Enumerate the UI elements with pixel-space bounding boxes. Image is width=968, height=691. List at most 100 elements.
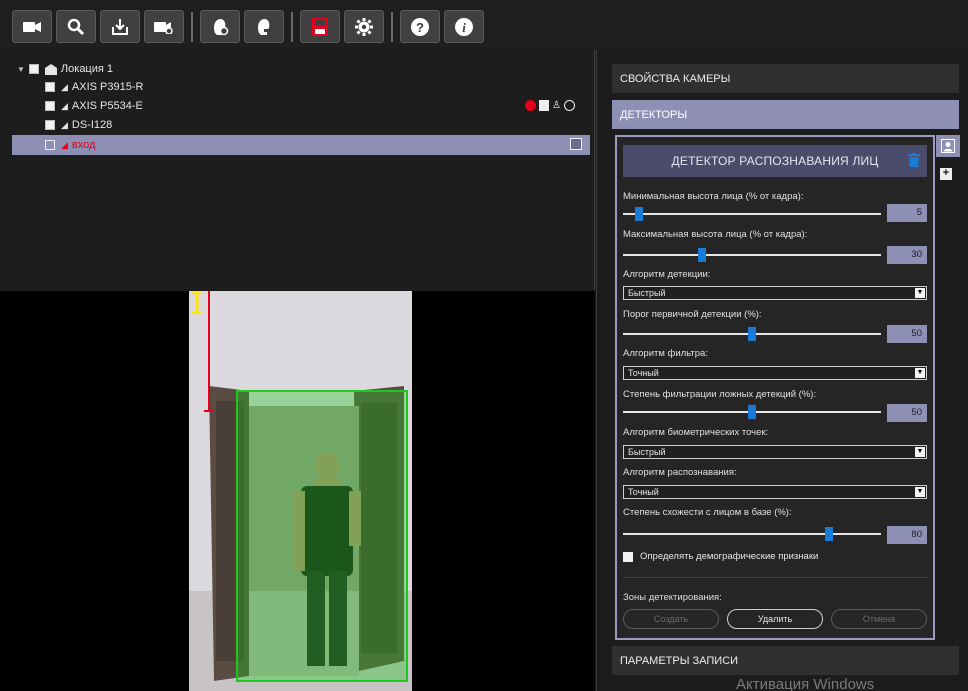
face-remove-icon xyxy=(258,18,272,35)
camera-checkbox[interactable] xyxy=(45,120,55,130)
min-height-value[interactable]: 5 xyxy=(887,204,927,222)
svg-text:?: ? xyxy=(416,20,424,35)
face-add-button[interactable] xyxy=(200,10,240,43)
filter-algo-label: Алгоритм фильтра: xyxy=(623,348,708,359)
camera-icon xyxy=(23,21,41,32)
slider-thumb[interactable] xyxy=(748,405,756,419)
toolbar-divider xyxy=(191,12,193,42)
location-checkbox[interactable] xyxy=(28,64,39,74)
chevron-down-icon[interactable]: ▼ xyxy=(915,447,925,457)
app-window: ? i ▼ Локация 1 ◢ AXIS P3915-R ◢ AXIS P5… xyxy=(0,0,968,691)
camera-button[interactable] xyxy=(12,10,52,43)
primary-threshold-slider[interactable] xyxy=(623,327,881,341)
save-button[interactable] xyxy=(300,10,340,43)
slider-thumb[interactable] xyxy=(748,327,756,341)
motion-icon xyxy=(563,100,575,111)
delete-zone-button[interactable]: Удалить xyxy=(727,609,823,629)
cctv-icon: ◢ xyxy=(61,139,68,150)
trash-icon[interactable] xyxy=(908,153,920,167)
false-filter-value[interactable]: 50 xyxy=(887,404,927,422)
false-filter-slider[interactable] xyxy=(623,405,881,419)
demographics-row[interactable]: Определять демографические признаки xyxy=(623,551,818,562)
face-detector-panel: ДЕТЕКТОР РАСПОЗНАВАНИЯ ЛИЦ Минимальная в… xyxy=(615,135,935,640)
settings-button[interactable] xyxy=(344,10,384,43)
similarity-value[interactable]: 80 xyxy=(887,526,927,544)
tree-location-row[interactable]: ▼ Локация 1 xyxy=(17,60,113,78)
slider-thumb[interactable] xyxy=(635,207,643,221)
slider-thumb[interactable] xyxy=(825,527,833,541)
face-icon xyxy=(941,139,955,153)
camera-checkbox[interactable] xyxy=(45,101,55,111)
help-icon: ? xyxy=(411,17,429,36)
detectors-section[interactable]: ДЕТЕКТОРЫ xyxy=(612,100,959,129)
select-value: Быстрый xyxy=(628,447,666,457)
location-label: Локация 1 xyxy=(60,63,114,75)
cancel-zone-button[interactable]: Отмена xyxy=(831,609,927,629)
properties-panel: СВОЙСТВА КАМЕРЫ ДЕТЕКТОРЫ ДЕТЕКТОР РАСПО… xyxy=(596,50,968,691)
tree-camera-row[interactable]: ◢ AXIS P5534-E ♙ xyxy=(45,97,590,115)
face-remove-button[interactable] xyxy=(244,10,284,43)
cctv-icon: ◢ xyxy=(61,119,68,130)
search-icon xyxy=(67,18,85,35)
download-button[interactable] xyxy=(100,10,140,43)
min-height-label: Минимальная высота лица (% от кадра): xyxy=(623,191,804,202)
similarity-slider[interactable] xyxy=(623,527,881,541)
detect-algo-select[interactable]: Быстрый ▼ xyxy=(623,286,927,300)
gear-icon xyxy=(355,17,373,36)
camera-settings-button[interactable] xyxy=(144,10,184,43)
location-icon xyxy=(44,63,57,75)
section-title: ДЕТЕКТОРЫ xyxy=(620,108,688,121)
cctv-icon: ◢ xyxy=(61,81,68,92)
min-height-slider[interactable] xyxy=(623,207,881,221)
primary-threshold-value[interactable]: 50 xyxy=(887,325,927,343)
camera-video-frame xyxy=(189,291,412,691)
help-button[interactable]: ? xyxy=(400,10,440,43)
windows-activation-watermark: Активация Windows xyxy=(736,676,875,691)
search-button[interactable] xyxy=(56,10,96,43)
face-detector-icon xyxy=(570,138,582,150)
max-height-value[interactable]: 30 xyxy=(887,246,927,264)
toolbar: ? i xyxy=(0,0,968,50)
camera-tree: ▼ Локация 1 ◢ AXIS P3915-R ◢ AXIS P5534-… xyxy=(0,50,595,290)
camera-properties-section[interactable]: СВОЙСТВА КАМЕРЫ xyxy=(612,64,959,93)
detect-algo-label: Алгоритм детекции: xyxy=(623,269,711,280)
tree-camera-row[interactable]: ◢ AXIS P3915-R xyxy=(45,78,143,96)
section-title: ПАРАМЕТРЫ ЗАПИСИ xyxy=(620,654,739,667)
camera-checkbox[interactable] xyxy=(45,82,55,92)
chevron-down-icon[interactable]: ▼ xyxy=(915,368,925,378)
recognition-algo-select[interactable]: Точный ▼ xyxy=(623,485,927,499)
section-title: СВОЙСТВА КАМЕРЫ xyxy=(620,72,731,85)
false-filter-label: Степень фильтрации ложных детекций (%): xyxy=(623,389,817,400)
max-height-slider[interactable] xyxy=(623,248,881,262)
camera-settings-icon xyxy=(154,21,173,34)
filter-algo-select[interactable]: Точный ▼ xyxy=(623,366,927,380)
demographics-checkbox[interactable] xyxy=(623,551,633,562)
chevron-down-icon[interactable]: ▼ xyxy=(915,288,925,298)
slider-thumb[interactable] xyxy=(698,248,706,262)
add-detector-button[interactable]: + xyxy=(940,168,952,180)
video-viewport[interactable] xyxy=(0,291,595,691)
download-icon xyxy=(112,18,128,35)
tree-camera-row[interactable]: ◢ DS-I128 xyxy=(45,116,112,134)
face-detector-tab[interactable] xyxy=(936,135,960,157)
info-button[interactable]: i xyxy=(444,10,484,43)
camera-checkbox[interactable] xyxy=(45,140,55,150)
camera-label: AXIS P3915-R xyxy=(71,81,144,93)
camera-label: DS-I128 xyxy=(71,119,113,131)
create-zone-button[interactable]: Создать xyxy=(623,609,719,629)
chevron-down-icon[interactable]: ▼ xyxy=(915,487,925,497)
camera-label: вход xyxy=(71,139,96,151)
toolbar-divider xyxy=(391,12,393,42)
svg-text:i: i xyxy=(462,20,466,35)
primary-threshold-label: Порог первичной детекции (%): xyxy=(623,309,762,320)
tree-camera-row-selected[interactable]: ◢ вход xyxy=(12,135,590,155)
biometric-algo-select[interactable]: Быстрый ▼ xyxy=(623,445,927,459)
recognition-algo-label: Алгоритм распознавания: xyxy=(623,467,737,478)
zones-label: Зоны детектирования: xyxy=(623,592,722,603)
divider xyxy=(623,577,927,578)
record-params-section[interactable]: ПАРАМЕТРЫ ЗАПИСИ xyxy=(612,646,959,675)
select-value: Быстрый xyxy=(628,288,666,298)
camera-label: AXIS P5534-E xyxy=(71,100,143,112)
camera-status-icons: ♙ xyxy=(525,100,575,111)
expand-arrow-icon[interactable]: ▼ xyxy=(17,65,25,74)
